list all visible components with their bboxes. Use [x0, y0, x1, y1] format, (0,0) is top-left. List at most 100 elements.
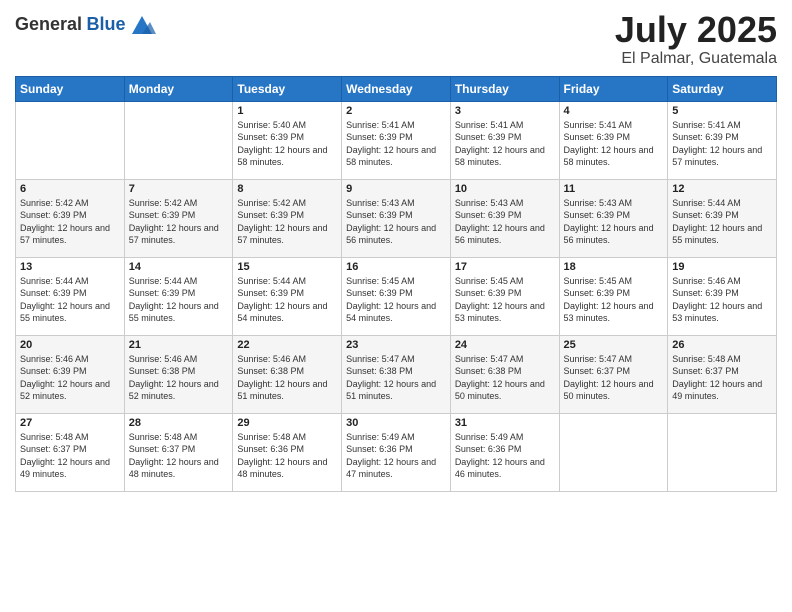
table-row: 28 Sunrise: 5:48 AMSunset: 6:37 PMDayligh… — [124, 413, 233, 491]
table-row: 6 Sunrise: 5:42 AMSunset: 6:39 PMDaylight… — [16, 179, 125, 257]
day-info: Sunrise: 5:41 AMSunset: 6:39 PMDaylight:… — [672, 119, 772, 169]
day-info: Sunrise: 5:45 AMSunset: 6:39 PMDaylight:… — [455, 275, 555, 325]
table-row: 19 Sunrise: 5:46 AMSunset: 6:39 PMDayligh… — [668, 257, 777, 335]
table-row: 26Sunrise: 5:48 AMSunset: 6:37 PMDayligh… — [668, 335, 777, 413]
day-info: Sunrise: 5:46 AMSunset: 6:38 PMDaylight:… — [237, 353, 337, 403]
day-info: Sunrise: 5:42 AMSunset: 6:39 PMDaylight:… — [20, 197, 120, 247]
logo-blue: Blue — [87, 14, 126, 34]
day-info: Sunrise: 5:49 AMSunset: 6:36 PMDaylight:… — [455, 431, 555, 481]
table-row: 3Sunrise: 5:41 AMSunset: 6:39 PMDaylight… — [450, 101, 559, 179]
day-info: Sunrise: 5:45 AMSunset: 6:39 PMDaylight:… — [346, 275, 446, 325]
table-row: 18 Sunrise: 5:45 AMSunset: 6:39 PMDayligh… — [559, 257, 668, 335]
day-info: Sunrise: 5:46 AMSunset: 6:38 PMDaylight:… — [129, 353, 229, 403]
table-row: 10 Sunrise: 5:43 AMSunset: 6:39 PMDayligh… — [450, 179, 559, 257]
day-number: 8 — [237, 183, 337, 195]
day-number: 24 — [455, 339, 555, 351]
day-info: Sunrise: 5:42 AMSunset: 6:39 PMDaylight:… — [129, 197, 229, 247]
day-number: 25 — [564, 339, 664, 351]
calendar-week-row: 13 Sunrise: 5:44 AMSunset: 6:39 PMDayligh… — [16, 257, 777, 335]
day-info: Sunrise: 5:47 AMSunset: 6:38 PMDaylight:… — [346, 353, 446, 403]
day-info: Sunrise: 5:49 AMSunset: 6:36 PMDaylight:… — [346, 431, 446, 481]
table-row: 1 Sunrise: 5:40 AMSunset: 6:39 PMDaylight… — [233, 101, 342, 179]
day-info: Sunrise: 5:48 AMSunset: 6:37 PMDaylight:… — [129, 431, 229, 481]
day-number: 28 — [129, 417, 229, 429]
day-number: 1 — [237, 105, 337, 117]
col-sunday: Sunday — [16, 76, 125, 101]
table-row: 24Sunrise: 5:47 AMSunset: 6:38 PMDayligh… — [450, 335, 559, 413]
table-row: 4 Sunrise: 5:41 AMSunset: 6:39 PMDaylight… — [559, 101, 668, 179]
table-row: 25 Sunrise: 5:47 AMSunset: 6:37 PMDayligh… — [559, 335, 668, 413]
day-number: 19 — [672, 261, 772, 273]
day-number: 7 — [129, 183, 229, 195]
day-info: Sunrise: 5:44 AMSunset: 6:39 PMDaylight:… — [129, 275, 229, 325]
table-row: 21Sunrise: 5:46 AMSunset: 6:38 PMDayligh… — [124, 335, 233, 413]
calendar-week-row: 6 Sunrise: 5:42 AMSunset: 6:39 PMDaylight… — [16, 179, 777, 257]
day-number: 20 — [20, 339, 120, 351]
calendar-week-row: 20 Sunrise: 5:46 AMSunset: 6:39 PMDayligh… — [16, 335, 777, 413]
table-row: 31 Sunrise: 5:49 AMSunset: 6:36 PMDayligh… — [450, 413, 559, 491]
day-info: Sunrise: 5:44 AMSunset: 6:39 PMDaylight:… — [237, 275, 337, 325]
calendar-week-row: 27 Sunrise: 5:48 AMSunset: 6:37 PMDayligh… — [16, 413, 777, 491]
day-number: 27 — [20, 417, 120, 429]
page: General Blue July 2025 El Palmar, Guatem… — [0, 0, 792, 612]
col-tuesday: Tuesday — [233, 76, 342, 101]
table-row: 23 Sunrise: 5:47 AMSunset: 6:38 PMDayligh… — [342, 335, 451, 413]
day-info: Sunrise: 5:45 AMSunset: 6:39 PMDaylight:… — [564, 275, 664, 325]
day-number: 13 — [20, 261, 120, 273]
day-info: Sunrise: 5:41 AMSunset: 6:39 PMDaylight:… — [564, 119, 664, 169]
day-number: 30 — [346, 417, 446, 429]
day-info: Sunrise: 5:43 AMSunset: 6:39 PMDaylight:… — [564, 197, 664, 247]
day-number: 10 — [455, 183, 555, 195]
day-number: 3 — [455, 105, 555, 117]
col-thursday: Thursday — [450, 76, 559, 101]
table-row — [559, 413, 668, 491]
day-info: Sunrise: 5:43 AMSunset: 6:39 PMDaylight:… — [346, 197, 446, 247]
day-info: Sunrise: 5:44 AMSunset: 6:39 PMDaylight:… — [672, 197, 772, 247]
table-row: 20 Sunrise: 5:46 AMSunset: 6:39 PMDayligh… — [16, 335, 125, 413]
month-title: July 2025 — [615, 10, 777, 50]
table-row: 16 Sunrise: 5:45 AMSunset: 6:39 PMDayligh… — [342, 257, 451, 335]
day-number: 18 — [564, 261, 664, 273]
day-number: 31 — [455, 417, 555, 429]
table-row: 5Sunrise: 5:41 AMSunset: 6:39 PMDaylight… — [668, 101, 777, 179]
col-wednesday: Wednesday — [342, 76, 451, 101]
table-row: 14Sunrise: 5:44 AMSunset: 6:39 PMDayligh… — [124, 257, 233, 335]
day-number: 11 — [564, 183, 664, 195]
table-row: 17Sunrise: 5:45 AMSunset: 6:39 PMDayligh… — [450, 257, 559, 335]
table-row: 2Sunrise: 5:41 AMSunset: 6:39 PMDaylight… — [342, 101, 451, 179]
table-row — [16, 101, 125, 179]
col-saturday: Saturday — [668, 76, 777, 101]
day-info: Sunrise: 5:46 AMSunset: 6:39 PMDaylight:… — [672, 275, 772, 325]
day-number: 6 — [20, 183, 120, 195]
day-info: Sunrise: 5:40 AMSunset: 6:39 PMDaylight:… — [237, 119, 337, 169]
day-number: 2 — [346, 105, 446, 117]
day-number: 12 — [672, 183, 772, 195]
col-monday: Monday — [124, 76, 233, 101]
table-row: 22 Sunrise: 5:46 AMSunset: 6:38 PMDayligh… — [233, 335, 342, 413]
table-row — [668, 413, 777, 491]
col-friday: Friday — [559, 76, 668, 101]
day-info: Sunrise: 5:48 AMSunset: 6:37 PMDaylight:… — [20, 431, 120, 481]
table-row: 29 Sunrise: 5:48 AMSunset: 6:36 PMDayligh… — [233, 413, 342, 491]
table-row: 7 Sunrise: 5:42 AMSunset: 6:39 PMDaylight… — [124, 179, 233, 257]
day-number: 29 — [237, 417, 337, 429]
table-row: 12 Sunrise: 5:44 AMSunset: 6:39 PMDayligh… — [668, 179, 777, 257]
day-number: 22 — [237, 339, 337, 351]
title-area: July 2025 El Palmar, Guatemala — [615, 10, 777, 68]
day-number: 16 — [346, 261, 446, 273]
day-info: Sunrise: 5:47 AMSunset: 6:37 PMDaylight:… — [564, 353, 664, 403]
day-info: Sunrise: 5:46 AMSunset: 6:39 PMDaylight:… — [20, 353, 120, 403]
logo-icon — [128, 10, 156, 38]
location: El Palmar, Guatemala — [615, 50, 777, 68]
day-info: Sunrise: 5:44 AMSunset: 6:39 PMDaylight:… — [20, 275, 120, 325]
table-row — [124, 101, 233, 179]
day-info: Sunrise: 5:48 AMSunset: 6:36 PMDaylight:… — [237, 431, 337, 481]
table-row: 13 Sunrise: 5:44 AMSunset: 6:39 PMDayligh… — [16, 257, 125, 335]
table-row: 15Sunrise: 5:44 AMSunset: 6:39 PMDayligh… — [233, 257, 342, 335]
table-row: 27 Sunrise: 5:48 AMSunset: 6:37 PMDayligh… — [16, 413, 125, 491]
day-number: 23 — [346, 339, 446, 351]
table-row: 9Sunrise: 5:43 AMSunset: 6:39 PMDaylight… — [342, 179, 451, 257]
day-info: Sunrise: 5:43 AMSunset: 6:39 PMDaylight:… — [455, 197, 555, 247]
logo: General Blue — [15, 10, 156, 38]
day-number: 4 — [564, 105, 664, 117]
